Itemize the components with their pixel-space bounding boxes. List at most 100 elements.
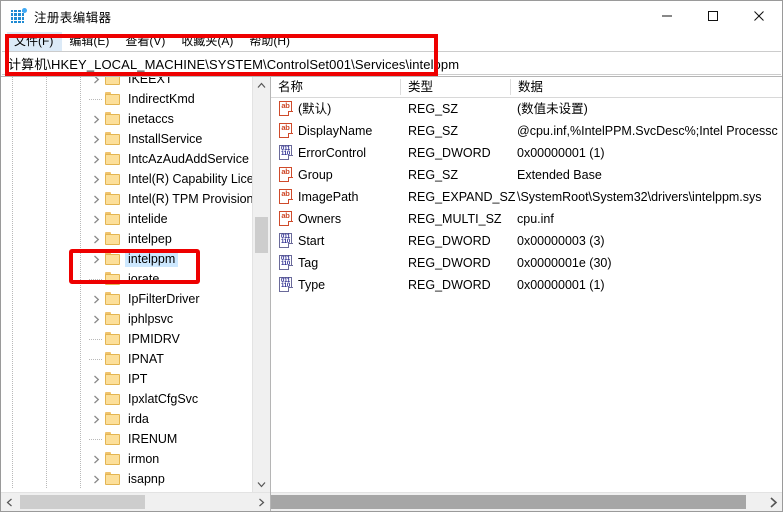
- expand-chevron-icon[interactable]: [89, 413, 103, 425]
- folder-icon: [105, 432, 120, 445]
- tree-scroll-right-icon[interactable]: [253, 493, 270, 511]
- expand-chevron-icon[interactable]: [89, 173, 103, 185]
- column-header-type[interactable]: 类型: [401, 77, 433, 97]
- tree-item-indirectkmd[interactable]: IndirectKmd: [1, 89, 253, 109]
- tree-item-intelide[interactable]: intelide: [1, 209, 253, 229]
- expand-chevron-icon[interactable]: [89, 453, 103, 465]
- tree-guide-lines: [1, 289, 91, 309]
- menu-file[interactable]: 文件(F): [7, 32, 62, 51]
- tree-horizontal-scrollbar[interactable]: [1, 492, 270, 511]
- value-name: (默认): [298, 98, 331, 120]
- tree-item-ikeext[interactable]: IKEEXT: [1, 77, 253, 89]
- tree-item-label: IpxlatCfgSvc: [125, 391, 201, 407]
- value-data: @cpu.inf,%IntelPPM.SvcDesc%;Intel Proces…: [517, 120, 778, 142]
- tree-item-ipnat[interactable]: IPNAT: [1, 349, 253, 369]
- expand-chevron-icon[interactable]: [89, 393, 103, 405]
- tree-item-label: intelpep: [125, 231, 175, 247]
- value-row[interactable]: abImagePathREG_EXPAND_SZ\SystemRoot\Syst…: [271, 186, 782, 208]
- value-row[interactable]: 011110ErrorControlREG_DWORD0x00000001 (1…: [271, 142, 782, 164]
- tree-leaf-connector-icon: [89, 359, 103, 360]
- expand-chevron-icon[interactable]: [89, 293, 103, 305]
- value-name: ErrorControl: [298, 142, 366, 164]
- tree-item-label: Intel(R) Capability Lice: [125, 171, 253, 187]
- column-header-data[interactable]: 数据: [511, 77, 543, 97]
- value-horizontal-scrollbar[interactable]: [271, 492, 782, 511]
- menu-view[interactable]: 查看(V): [118, 32, 174, 51]
- tree-item-label: inetaccs: [125, 111, 177, 127]
- folder-icon: [105, 252, 120, 265]
- tree-item-label: IPNAT: [125, 351, 167, 367]
- expand-chevron-icon[interactable]: [89, 373, 103, 385]
- value-scroll-right-icon[interactable]: [765, 493, 782, 511]
- folder-icon: [105, 77, 120, 85]
- tree-vertical-scroll-thumb[interactable]: [255, 217, 268, 253]
- value-row[interactable]: 011110TypeREG_DWORD0x00000001 (1): [271, 274, 782, 296]
- expand-chevron-icon[interactable]: [89, 113, 103, 125]
- tree-item-inetaccs[interactable]: inetaccs: [1, 109, 253, 129]
- tree-item-iorate[interactable]: iorate: [1, 269, 253, 289]
- value-row[interactable]: 011110StartREG_DWORD0x00000003 (3): [271, 230, 782, 252]
- tree-item-isapnp[interactable]: isapnp: [1, 469, 253, 489]
- folder-icon: [105, 152, 120, 165]
- close-button[interactable]: [736, 1, 782, 31]
- value-row[interactable]: abOwnersREG_MULTI_SZcpu.inf: [271, 208, 782, 230]
- tree-vertical-scrollbar[interactable]: [252, 77, 270, 493]
- tree-guide-lines: [1, 229, 91, 249]
- tree-scroll-down-icon[interactable]: [253, 476, 270, 493]
- address-bar[interactable]: 计算机\HKEY_LOCAL_MACHINE\SYSTEM\ControlSet…: [2, 51, 781, 75]
- folder-icon: [105, 352, 120, 365]
- expand-chevron-icon[interactable]: [89, 213, 103, 225]
- tree-item-ipfilterdriver[interactable]: IpFilterDriver: [1, 289, 253, 309]
- expand-chevron-icon[interactable]: [89, 77, 103, 85]
- value-type: REG_SZ: [408, 164, 458, 186]
- value-row[interactable]: 011110TagREG_DWORD0x0000001e (30): [271, 252, 782, 274]
- expand-chevron-icon[interactable]: [89, 473, 103, 485]
- tree-item-irenum[interactable]: IRENUM: [1, 429, 253, 449]
- expand-chevron-icon[interactable]: [89, 313, 103, 325]
- value-row[interactable]: abGroupREG_SZExtended Base: [271, 164, 782, 186]
- tree-item-intel-r-capability-lice[interactable]: Intel(R) Capability Lice: [1, 169, 253, 189]
- value-type: REG_DWORD: [408, 274, 491, 296]
- value-data: 0x0000001e (30): [517, 252, 612, 274]
- menu-help[interactable]: 帮助(H): [242, 32, 299, 51]
- tree-scroll-up-icon[interactable]: [253, 77, 270, 94]
- expand-chevron-icon[interactable]: [89, 253, 103, 265]
- value-horizontal-scroll-thumb[interactable]: [271, 495, 746, 509]
- address-path-text[interactable]: 计算机\HKEY_LOCAL_MACHINE\SYSTEM\ControlSet…: [2, 54, 459, 73]
- expand-chevron-icon[interactable]: [89, 193, 103, 205]
- tree-item-ipt[interactable]: IPT: [1, 369, 253, 389]
- tree-item-intelpep[interactable]: intelpep: [1, 229, 253, 249]
- tree-item-label: IRENUM: [125, 431, 180, 447]
- expand-chevron-icon[interactable]: [89, 233, 103, 245]
- tree-item-irmon[interactable]: irmon: [1, 449, 253, 469]
- tree-item-irda[interactable]: irda: [1, 409, 253, 429]
- value-name: Group: [298, 164, 333, 186]
- expand-chevron-icon[interactable]: [89, 133, 103, 145]
- minimize-button[interactable]: [644, 1, 690, 31]
- tree-item-ipmidrv[interactable]: IPMIDRV: [1, 329, 253, 349]
- string-value-icon: ab: [279, 101, 293, 116]
- maximize-button[interactable]: [690, 1, 736, 31]
- menu-edit[interactable]: 编辑(E): [62, 32, 118, 51]
- value-row[interactable]: abDisplayNameREG_SZ@cpu.inf,%IntelPPM.Sv…: [271, 120, 782, 142]
- tree-horizontal-scroll-thumb[interactable]: [20, 495, 145, 509]
- tree-item-intelppm[interactable]: intelppm: [1, 249, 253, 269]
- folder-icon: [105, 192, 120, 205]
- key-tree[interactable]: IKEEXTIndirectKmdinetaccsInstallServiceI…: [1, 77, 253, 493]
- value-rows[interactable]: ab(默认)REG_SZ(数值未设置)abDisplayNameREG_SZ@c…: [271, 98, 782, 493]
- tree-scroll-left-icon[interactable]: [1, 493, 18, 511]
- expand-chevron-icon[interactable]: [89, 153, 103, 165]
- menu-favorites[interactable]: 收藏夹(A): [174, 32, 242, 51]
- column-header-name[interactable]: 名称: [271, 77, 303, 97]
- tree-guide-lines: [1, 449, 91, 469]
- tree-item-iphlpsvc[interactable]: iphlpsvc: [1, 309, 253, 329]
- tree-item-installservice[interactable]: InstallService: [1, 129, 253, 149]
- folder-icon: [105, 112, 120, 125]
- tree-item-ipxlatcfgsvc[interactable]: IpxlatCfgSvc: [1, 389, 253, 409]
- tree-item-intcazaudaddservice[interactable]: IntcAzAudAddService: [1, 149, 253, 169]
- tree-item-intel-r-tpm-provision[interactable]: Intel(R) TPM Provision: [1, 189, 253, 209]
- value-list-header: 名称 类型 数据: [271, 77, 782, 98]
- folder-icon: [105, 332, 120, 345]
- value-row[interactable]: ab(默认)REG_SZ(数值未设置): [271, 98, 782, 120]
- value-name: Type: [298, 274, 325, 296]
